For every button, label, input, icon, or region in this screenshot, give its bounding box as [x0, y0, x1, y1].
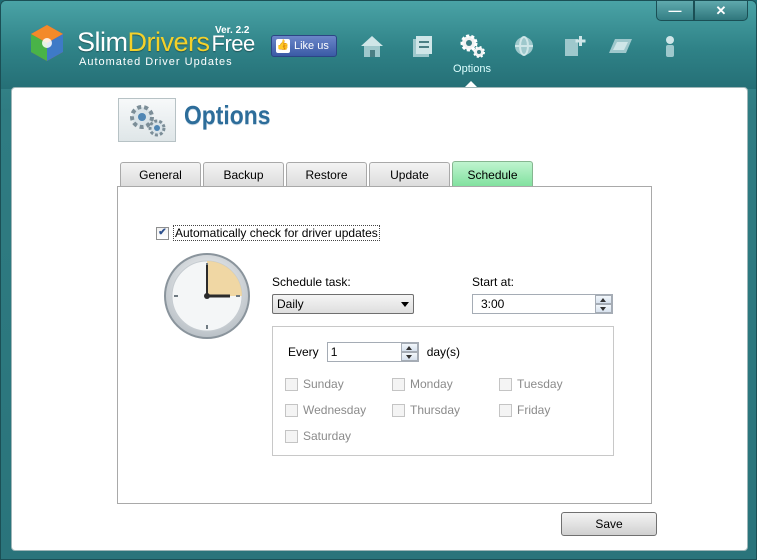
- nav-options-button[interactable]: [455, 29, 489, 63]
- day-sunday-label: Sunday: [303, 377, 344, 391]
- day-saturday-label: Saturday: [303, 429, 352, 443]
- nav-options-label: Options: [453, 63, 491, 75]
- brand-main: Slim: [77, 27, 128, 57]
- every-days-value: 1: [330, 345, 338, 359]
- nav-backup-button[interactable]: [557, 29, 591, 63]
- every-row: Every 1 day(s): [288, 342, 460, 362]
- options-page-icon: [118, 98, 176, 142]
- nav-network-button[interactable]: [507, 29, 541, 63]
- day-sunday[interactable]: Sunday: [285, 377, 344, 391]
- app-header: SlimDriversFree Ver. 2.2 Automated Drive…: [1, 1, 756, 89]
- page-title: Options: [184, 100, 271, 130]
- tab-general[interactable]: General: [120, 162, 201, 187]
- start-at-value: 3:00: [481, 297, 505, 311]
- gears-icon: [130, 105, 166, 137]
- like-us-label: Like us: [294, 40, 329, 52]
- user-icon: [666, 36, 674, 57]
- day-thursday[interactable]: Thursday: [392, 403, 460, 417]
- day-friday-label: Friday: [517, 403, 551, 417]
- tab-restore[interactable]: Restore: [286, 162, 367, 187]
- thumbs-up-icon: 👍: [276, 39, 290, 53]
- window-controls: — ✕: [656, 1, 748, 21]
- schedule-task-select[interactable]: Daily: [272, 294, 414, 314]
- day-friday[interactable]: Friday: [499, 403, 550, 417]
- day-monday[interactable]: Monday: [392, 377, 453, 391]
- every-spin-buttons: [400, 343, 418, 361]
- schedule-task-label: Schedule task:: [272, 275, 351, 289]
- day-tuesday-label: Tuesday: [517, 377, 563, 391]
- day-monday-checkbox[interactable]: [392, 377, 405, 391]
- day-tuesday[interactable]: Tuesday: [499, 377, 563, 391]
- restore-icon: [609, 39, 632, 53]
- options-tabs: General Backup Restore Update Schedule: [120, 161, 533, 187]
- schedule-panel: ✔ Automatically check for driver updates: [117, 186, 652, 504]
- day-saturday-checkbox[interactable]: [285, 429, 298, 443]
- every-label: Every: [288, 345, 319, 359]
- start-at-spinner[interactable]: 3:00: [472, 294, 613, 314]
- brand-accent: Drivers: [127, 27, 211, 57]
- start-at-spin-buttons: [595, 295, 612, 313]
- like-us-button[interactable]: 👍 Like us: [271, 35, 337, 57]
- nav-user-button[interactable]: [653, 29, 687, 63]
- tab-backup[interactable]: Backup: [203, 162, 284, 187]
- every-days-spinner[interactable]: 1: [326, 342, 419, 362]
- network-icon: [515, 36, 533, 56]
- auto-check-checkbox[interactable]: ✔: [156, 226, 169, 240]
- logo-badge-icon: [31, 25, 63, 61]
- day-thursday-label: Thursday: [410, 403, 461, 417]
- save-button[interactable]: Save: [561, 512, 657, 536]
- every-up-button[interactable]: [400, 343, 418, 352]
- every-down-button[interactable]: [400, 352, 418, 361]
- content-area: Options General Backup Restore Update Sc…: [11, 87, 748, 551]
- home-icon: [361, 36, 383, 57]
- version-label: Ver. 2.2: [215, 25, 250, 36]
- recurrence-group: Every 1 day(s) Sunday Monday Tuesday Wed…: [272, 326, 614, 456]
- clock-icon: [164, 253, 250, 339]
- scan-icon: [413, 36, 432, 57]
- dropdown-arrow-icon: [401, 302, 409, 307]
- day-monday-label: Monday: [410, 377, 453, 391]
- start-at-label: Start at:: [472, 275, 515, 289]
- day-friday-checkbox[interactable]: [499, 403, 512, 417]
- auto-check-row[interactable]: ✔ Automatically check for driver updates: [156, 225, 380, 241]
- day-saturday[interactable]: Saturday: [285, 429, 351, 443]
- auto-check-label[interactable]: Automatically check for driver updates: [173, 225, 380, 241]
- tab-update[interactable]: Update: [369, 162, 450, 187]
- minimize-button[interactable]: —: [656, 1, 694, 21]
- app-window: SlimDriversFree Ver. 2.2 Automated Drive…: [0, 0, 757, 560]
- nav-scan-button[interactable]: [405, 29, 439, 63]
- day-wednesday[interactable]: Wednesday: [285, 403, 366, 417]
- tab-schedule[interactable]: Schedule: [452, 161, 533, 187]
- close-button[interactable]: ✕: [694, 1, 748, 21]
- tagline: Automated Driver Updates: [79, 56, 233, 68]
- day-thursday-checkbox[interactable]: [392, 403, 405, 417]
- options-gear-icon: [460, 34, 485, 58]
- app-logo: SlimDriversFree Ver. 2.2 Automated Drive…: [23, 21, 263, 71]
- day-wednesday-checkbox[interactable]: [285, 403, 298, 417]
- schedule-task-value: Daily: [277, 297, 304, 311]
- nav-home-button[interactable]: [355, 29, 389, 63]
- day-wednesday-label: Wednesday: [303, 403, 367, 417]
- start-at-up-button[interactable]: [595, 295, 612, 304]
- start-at-down-button[interactable]: [595, 304, 612, 313]
- day-sunday-checkbox[interactable]: [285, 377, 298, 391]
- backup-icon: [565, 36, 586, 56]
- every-unit-label: day(s): [426, 345, 461, 359]
- nav-restore-button[interactable]: [603, 29, 637, 63]
- day-tuesday-checkbox[interactable]: [499, 377, 512, 391]
